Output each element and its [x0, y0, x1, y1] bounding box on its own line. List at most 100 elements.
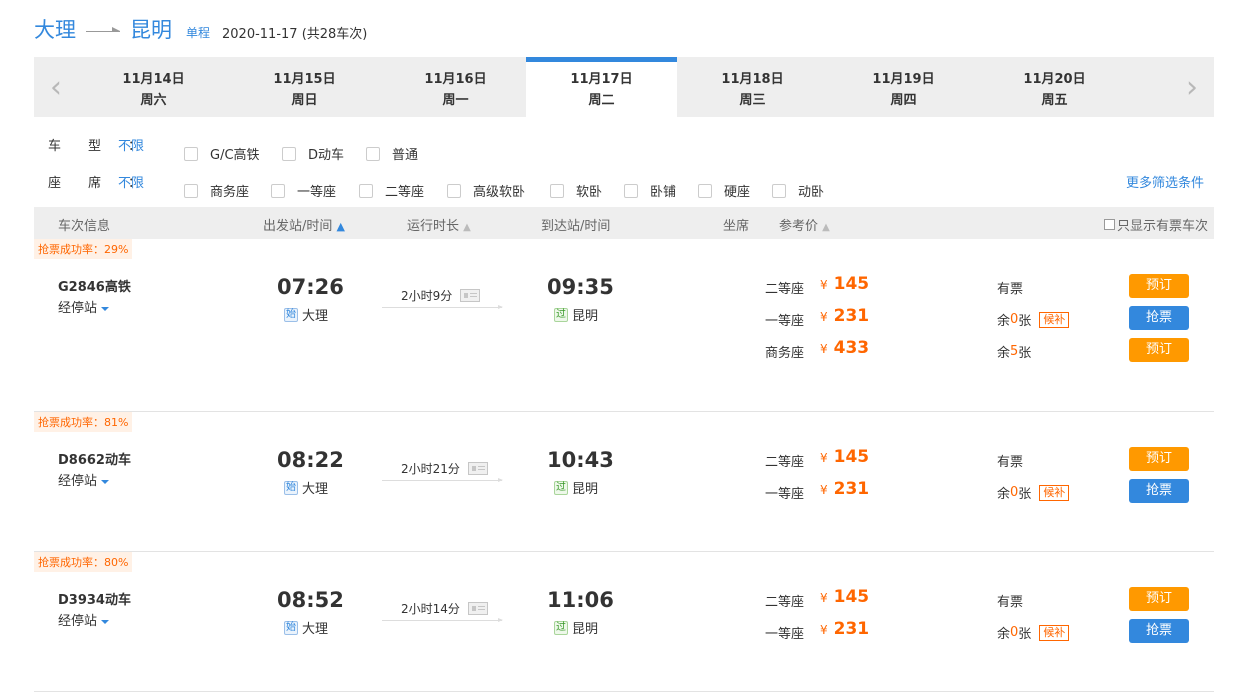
availability-prefix: 余 — [997, 487, 1011, 502]
date-tab-date: 11月20日 — [1023, 72, 1086, 87]
date-tab[interactable]: 11月19日 周四 — [828, 57, 979, 117]
seat-option-label: 商务座 — [210, 185, 250, 200]
seat-price: ¥231 — [820, 619, 869, 639]
seat-option[interactable]: 软卧 — [550, 181, 602, 200]
seat-row: 一等座 ¥231 余 0 张候补 抢票 — [34, 619, 1214, 643]
train-type-any[interactable]: 不限 — [118, 135, 144, 154]
from-city[interactable]: 大理 — [34, 14, 76, 44]
train-type-label: 车型： — [48, 138, 169, 154]
seat-checkbox[interactable] — [624, 183, 638, 198]
availability-prefix: 余 — [997, 627, 1011, 642]
seat-option-label: 二等座 — [385, 185, 425, 200]
currency-symbol: ¥ — [820, 623, 828, 637]
train-type-checkbox[interactable] — [184, 146, 198, 161]
date-tab-date: 11月16日 — [424, 72, 487, 87]
availability-prefix: 有票 — [997, 282, 1024, 297]
currency-symbol: ¥ — [820, 451, 828, 465]
train-type-option[interactable]: 普通 — [366, 144, 418, 163]
seat-availability: 余5张 — [997, 342, 1031, 361]
route-arrow-icon — [86, 23, 120, 35]
seat-option[interactable]: 商务座 — [184, 181, 249, 200]
availability-prefix: 余 — [997, 314, 1011, 329]
seat-checkbox[interactable] — [698, 183, 712, 198]
only-available-label: 只显示有票车次 — [1116, 219, 1208, 234]
waitlist-button[interactable]: 候补 — [1039, 311, 1070, 328]
seat-availability: 余 0 张候补 — [997, 310, 1070, 329]
availability-count: 0 — [1010, 625, 1019, 640]
sort-icon: ▲ — [822, 222, 830, 233]
price-value: 231 — [833, 479, 870, 499]
date-tab[interactable]: 11月16日 周一 — [380, 57, 531, 117]
to-city[interactable]: 昆明 — [130, 14, 172, 44]
grab-ticket-button[interactable]: 抢票 — [1129, 306, 1189, 330]
date-tab[interactable]: 11月14日 周六 — [78, 57, 229, 117]
seat-checkbox[interactable] — [772, 183, 786, 198]
col-duration[interactable]: 运行时长 ▲ — [407, 215, 471, 234]
more-filters-link[interactable]: 更多筛选条件 — [1126, 172, 1204, 191]
seat-price: ¥145 — [820, 587, 869, 607]
seat-name: 一等座 — [765, 314, 805, 329]
trip-type[interactable]: 单程 — [186, 24, 210, 41]
grab-ticket-button[interactable]: 抢票 — [1129, 479, 1189, 503]
date-tab[interactable]: 11月20日 周五 — [979, 57, 1130, 117]
currency-symbol: ¥ — [820, 342, 828, 356]
col-price[interactable]: 参考价 ▲ — [779, 215, 830, 234]
waitlist-button[interactable]: 候补 — [1039, 484, 1070, 501]
seat-checkbox[interactable] — [184, 183, 198, 198]
only-available-toggle[interactable]: 只显示有票车次 — [1103, 215, 1208, 234]
seat-availability: 余 0 张候补 — [997, 483, 1070, 502]
seat-option-label: 硬座 — [724, 185, 751, 200]
seat-checkbox[interactable] — [271, 183, 285, 198]
prev-date-chevron-icon[interactable]: ‹ — [34, 57, 78, 117]
seat-price: ¥433 — [820, 338, 869, 358]
seat-checkbox[interactable] — [550, 183, 564, 198]
seat-name: 二等座 — [765, 595, 805, 610]
train-type-option-label: 普通 — [392, 148, 419, 163]
book-button[interactable]: 预订 — [1129, 338, 1189, 362]
seat-availability: 余 0 张候补 — [997, 623, 1070, 642]
success-rate-badge: 抢票成功率：80% — [34, 552, 133, 572]
col-depart[interactable]: 出发站/时间 ▲ — [263, 215, 345, 234]
seat-checkbox[interactable] — [447, 183, 461, 198]
date-tab[interactable]: 11月15日 周日 — [229, 57, 380, 117]
book-button[interactable]: 预订 — [1129, 274, 1189, 298]
train-type-checkbox[interactable] — [282, 146, 296, 161]
date-tab[interactable]: 11月17日 周二 — [526, 57, 677, 117]
table-header: 车次信息 出发站/时间 ▲ 运行时长 ▲ 到达站/时间 坐席 参考价 ▲ 只显示… — [34, 207, 1214, 239]
train-type-option[interactable]: D动车 — [282, 144, 344, 163]
date-tab-weekday: 周四 — [890, 93, 917, 108]
availability-suffix: 张 — [1018, 314, 1032, 329]
sort-up-icon: ▲ — [336, 220, 345, 233]
seat-option[interactable]: 二等座 — [359, 181, 424, 200]
book-button[interactable]: 预订 — [1129, 587, 1189, 611]
date-tab-date: 11月14日 — [122, 72, 185, 87]
grab-ticket-button[interactable]: 抢票 — [1129, 619, 1189, 643]
seat-availability: 有票 — [997, 278, 1023, 297]
seat-any[interactable]: 不限 — [118, 172, 144, 191]
seat-option[interactable]: 动卧 — [772, 181, 824, 200]
seat-option[interactable]: 一等座 — [271, 181, 336, 200]
price-value: 145 — [833, 274, 870, 294]
seat-option[interactable]: 硬座 — [698, 181, 750, 200]
next-date-chevron-icon[interactable]: › — [1170, 57, 1214, 117]
currency-symbol: ¥ — [820, 278, 828, 292]
seat-option-label: 高级软卧 — [473, 185, 526, 200]
waitlist-button[interactable]: 候补 — [1039, 624, 1070, 641]
date-tab-date: 11月17日 — [570, 72, 633, 87]
sort-icon: ▲ — [463, 222, 471, 233]
availability-prefix: 余 — [997, 346, 1011, 361]
date-tab-weekday: 周三 — [739, 93, 766, 108]
date-tab[interactable]: 11月18日 周三 — [677, 57, 828, 117]
train-type-option[interactable]: G/C高铁 — [184, 144, 260, 163]
train-type-option-label: G/C高铁 — [210, 148, 260, 163]
date-tab-date: 11月19日 — [872, 72, 935, 87]
book-button[interactable]: 预订 — [1129, 447, 1189, 471]
only-available-checkbox[interactable] — [1103, 219, 1115, 230]
seat-option[interactable]: 高级软卧 — [447, 181, 525, 200]
date-summary: 2020-11-17 (共28车次) — [222, 26, 368, 42]
train-type-checkbox[interactable] — [366, 146, 380, 161]
seat-option[interactable]: 卧铺 — [624, 181, 676, 200]
seat-option-label: 卧铺 — [650, 185, 677, 200]
availability-prefix: 有票 — [997, 595, 1024, 610]
seat-checkbox[interactable] — [359, 183, 373, 198]
